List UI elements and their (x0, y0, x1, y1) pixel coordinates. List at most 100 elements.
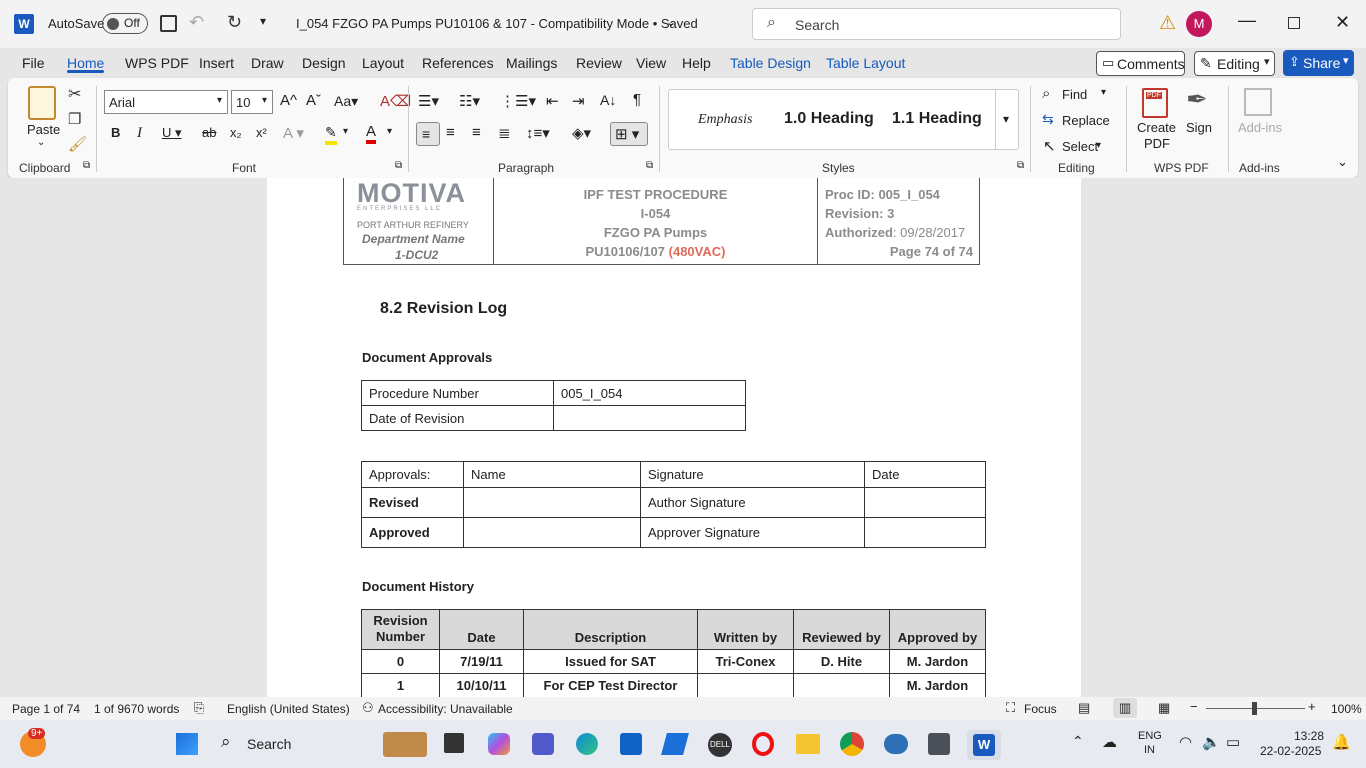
zoom-in-icon[interactable]: + (1308, 699, 1316, 714)
redo-icon[interactable]: ↻ (227, 12, 242, 33)
tab-draw[interactable]: Draw (251, 55, 284, 71)
table-cell[interactable]: Author Signature (640, 487, 865, 518)
word-count[interactable]: 1 of 9670 words (94, 702, 179, 716)
opera-icon[interactable] (752, 732, 774, 756)
tab-insert[interactable]: Insert (199, 55, 234, 71)
change-case-icon[interactable]: Aa▾ (334, 93, 358, 110)
style-emphasis[interactable]: Emphasis (698, 112, 752, 128)
notification-icon[interactable]: 🔔 (1332, 733, 1351, 751)
tab-layout[interactable]: Layout (362, 55, 404, 71)
table-header-cell[interactable]: Name (463, 461, 641, 488)
find-chevron-icon[interactable]: ▾ (1101, 87, 1106, 98)
table-cell[interactable] (793, 673, 890, 697)
language-indicator[interactable]: ENG (1138, 730, 1162, 742)
save-icon[interactable] (160, 15, 177, 32)
table-cell[interactable] (697, 673, 794, 697)
replace-button[interactable]: Replace (1062, 113, 1110, 128)
styles-more-button[interactable]: ▾ (995, 90, 1019, 149)
print-layout-button[interactable]: ▥ (1113, 698, 1137, 718)
table-header-cell[interactable]: Approvals: (361, 461, 464, 488)
onedrive-icon[interactable]: ☁ (1102, 733, 1117, 751)
table-cell[interactable]: D. Hite (793, 649, 890, 674)
grow-font-icon[interactable]: A^ (280, 92, 297, 109)
taskbar-search[interactable]: Search (247, 736, 291, 752)
dialog-launcher-icon[interactable]: ⧉ (646, 160, 653, 171)
table-header-cell[interactable]: Description (523, 609, 698, 650)
tab-wps-pdf[interactable]: WPS PDF (125, 55, 189, 71)
superscript-icon[interactable]: x² (256, 125, 267, 140)
sort-icon[interactable]: A↓ (600, 92, 616, 108)
news-widget-icon[interactable] (383, 732, 427, 757)
task-view-icon[interactable] (444, 733, 464, 753)
increase-indent-icon[interactable]: ⇥ (572, 92, 585, 110)
battery-icon[interactable]: ▭ (1226, 733, 1240, 751)
volume-icon[interactable]: 🔈 (1202, 733, 1221, 751)
table-cell[interactable]: For CEP Test Director (523, 673, 698, 697)
table-cell[interactable] (864, 517, 986, 548)
read-mode-icon[interactable]: ▤ (1078, 700, 1090, 716)
comments-button[interactable]: ▭ Comments (1096, 51, 1185, 76)
format-painter-icon[interactable]: 🖌 (68, 135, 87, 153)
search-box[interactable]: ⌕ Search (752, 8, 1121, 40)
table-cell[interactable] (463, 487, 641, 518)
table-cell[interactable]: M. Jardon (889, 673, 986, 697)
chevron-down-icon[interactable]: ⌄ (666, 15, 676, 29)
start-icon[interactable] (176, 733, 198, 755)
style-heading-1-1[interactable]: 1.1 Heading (892, 110, 982, 128)
zoom-slider-thumb[interactable] (1252, 702, 1257, 715)
multilevel-list-icon[interactable]: ⋮☰▾ (500, 92, 536, 110)
paste-icon[interactable] (28, 86, 56, 120)
create-pdf-button[interactable]: Create (1137, 120, 1176, 135)
copilot-icon[interactable] (488, 733, 510, 755)
cut-icon[interactable]: ✂ (68, 84, 81, 104)
text-effects-icon[interactable]: A ▾ (283, 124, 304, 142)
table-cell[interactable]: Approver Signature (640, 517, 865, 548)
undo-icon[interactable]: ↶ (189, 12, 204, 33)
chevron-up-icon[interactable]: ⌃ (1072, 733, 1084, 750)
tab-view[interactable]: View (636, 55, 666, 71)
table-header-cell[interactable]: Reviewed by (793, 609, 890, 650)
table-cell[interactable]: Tri-Conex (697, 649, 794, 674)
tab-design[interactable]: Design (302, 55, 346, 71)
clock-time[interactable]: 13:28 (1294, 729, 1324, 743)
table-header-cell[interactable]: Date (439, 609, 524, 650)
power-automate-icon[interactable] (661, 733, 689, 755)
search-icon[interactable]: ⌕ (221, 732, 231, 752)
decrease-indent-icon[interactable]: ⇤ (546, 92, 559, 110)
edge-icon[interactable] (576, 733, 598, 755)
dialog-launcher-icon[interactable]: ⧉ (395, 160, 402, 171)
tab-table-layout[interactable]: Table Layout (826, 55, 905, 71)
select-button[interactable]: Select (1062, 139, 1098, 154)
paste-button[interactable]: Paste (27, 122, 60, 137)
tab-references[interactable]: References (422, 55, 494, 71)
table-cell[interactable]: Approved (361, 517, 464, 548)
table-cell[interactable]: 7/19/11 (439, 649, 524, 674)
share-button[interactable]: ⇪ Share ▾ (1283, 50, 1354, 76)
select-chevron-icon[interactable]: ▾ (1096, 140, 1101, 151)
customize-qat-icon[interactable]: ▾ (260, 14, 266, 28)
chrome-icon[interactable] (840, 732, 864, 756)
find-icon[interactable]: ⌕ (1042, 85, 1050, 102)
font-color-chevron-icon[interactable]: ▾ (387, 126, 392, 137)
table-header-cell[interactable]: Signature (640, 461, 865, 488)
table-cell[interactable] (553, 405, 746, 431)
replace-icon[interactable]: ⇆ (1042, 111, 1054, 128)
zoom-out-icon[interactable]: − (1190, 699, 1198, 714)
dialog-launcher-icon[interactable]: ⧉ (1017, 160, 1024, 171)
highlight-icon[interactable]: ✎ (325, 124, 337, 145)
table-cell[interactable]: Revised (361, 487, 464, 518)
autosave-toggle[interactable]: Off (102, 13, 148, 34)
align-left-button[interactable]: ≡ (416, 122, 440, 146)
font-family-combo[interactable]: Arial ▾ (104, 90, 228, 114)
add-ins-icon[interactable] (1244, 88, 1272, 116)
teams-icon[interactable] (532, 733, 554, 755)
subscript-icon[interactable]: x₂ (230, 125, 242, 140)
accessibility-icon[interactable]: ⚇ (362, 700, 374, 716)
app-icon[interactable] (928, 733, 950, 755)
italic-icon[interactable]: I (137, 125, 142, 142)
clear-formatting-icon[interactable]: A⌫ (380, 92, 411, 110)
align-right-icon[interactable]: ≡ (472, 124, 481, 141)
clock-date[interactable]: 22-02-2025 (1260, 744, 1321, 758)
word-taskbar-button[interactable]: W (967, 730, 1001, 760)
table-cell[interactable] (864, 487, 986, 518)
